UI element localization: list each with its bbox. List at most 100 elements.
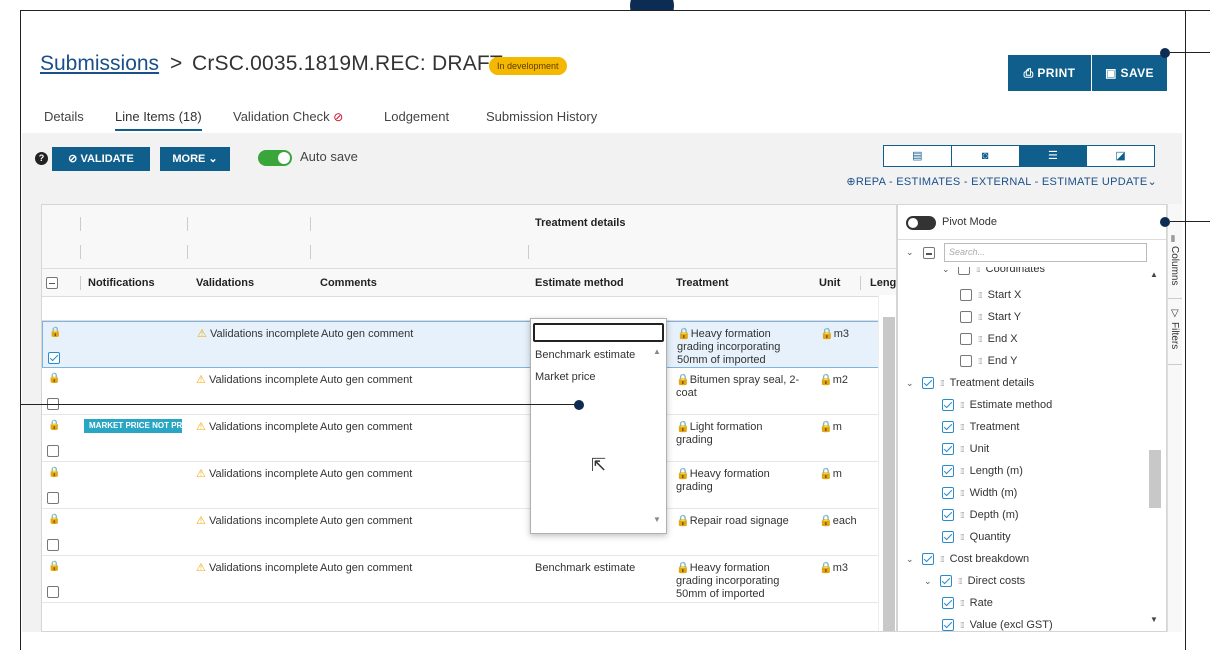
saved-view-dropdown[interactable]: ⊕REPA - ESTIMATES - EXTERNAL - ESTIMATE … — [802, 175, 1157, 188]
column-visibility-checkbox[interactable] — [958, 267, 970, 275]
comment-cell[interactable]: Auto gen comment — [320, 374, 412, 387]
column-visibility-checkbox[interactable] — [922, 553, 934, 565]
validate-button[interactable]: ⊘ VALIDATE — [52, 147, 150, 171]
column-list-item[interactable]: ⁞⁞⁞ Rate — [942, 597, 993, 609]
grid-scroll-thumb[interactable] — [883, 317, 895, 631]
column-list-item[interactable]: ⌄ ⁞⁞⁞ Direct costs — [924, 575, 1025, 587]
collapse-all-icon[interactable]: ⌄ — [906, 247, 916, 258]
grid-vertical-scrollbar[interactable] — [878, 295, 896, 631]
col-notifications[interactable]: Notifications — [88, 269, 155, 296]
chevron-down-icon[interactable]: ⌄ — [906, 554, 916, 565]
column-list-item[interactable]: ⁞⁞⁞ Value (excl GST) — [942, 619, 1053, 631]
col-length[interactable]: Leng — [870, 269, 896, 296]
column-list-item[interactable]: ⌄ ⁞⁞⁞ Treatment details — [906, 377, 1034, 389]
drag-handle-icon[interactable]: ⁞⁞⁞ — [960, 489, 965, 498]
tab-validation-check[interactable]: Validation Check ⊘ — [233, 109, 343, 124]
row-checkbox[interactable] — [47, 492, 59, 507]
chevron-down-icon[interactable]: ⌄ — [924, 576, 934, 587]
drag-handle-icon[interactable]: ⁞⁞⁞ — [960, 621, 965, 630]
panel-scrollbar[interactable]: ▲ ▼ — [1145, 265, 1163, 630]
columns-side-tab[interactable]: Columns — [1169, 246, 1180, 285]
column-list-item[interactable]: ⁞⁞⁞ End X — [960, 333, 1018, 345]
table-row[interactable]: 🔒 ⚠ Validations incomplete Auto gen commen… — [42, 321, 896, 368]
comment-cell[interactable]: Auto gen comment — [320, 421, 412, 434]
list-view-icon[interactable]: ☰ — [1019, 146, 1088, 166]
pivot-mode-toggle[interactable] — [906, 216, 936, 230]
column-visibility-checkbox[interactable] — [942, 421, 954, 433]
column-visibility-checkbox[interactable] — [940, 575, 952, 587]
drag-handle-icon[interactable]: ⁞⁞⁞ — [978, 291, 983, 300]
drag-handle-icon[interactable]: ⁞⁞⁞ — [978, 313, 983, 322]
drag-handle-icon[interactable]: ⁞⁞⁞ — [940, 555, 945, 564]
column-visibility-checkbox[interactable] — [922, 377, 934, 389]
option-market-price[interactable]: Market price — [535, 371, 596, 383]
comment-cell[interactable]: Auto gen comment — [320, 515, 412, 528]
camera-view-icon[interactable]: ◙ — [952, 146, 1020, 166]
col-treatment[interactable]: Treatment — [676, 269, 729, 296]
column-list-item[interactable]: ⁞⁞⁞ Start Y — [960, 311, 1021, 323]
tab-details[interactable]: Details — [44, 109, 84, 124]
drag-handle-icon[interactable]: ⁞⁞⁞ — [958, 577, 963, 586]
column-list-item[interactable]: ⁞⁞⁞ Start X — [960, 289, 1021, 301]
row-checkbox[interactable] — [47, 539, 59, 554]
tab-lodgement[interactable]: Lodgement — [384, 109, 449, 124]
col-estimate-method[interactable]: Estimate method — [535, 269, 624, 296]
drag-handle-icon[interactable]: ⁞⁞⁞ — [960, 511, 965, 520]
estimate-method-input[interactable] — [533, 323, 664, 342]
column-list-item[interactable]: ⌄ ⁞⁞⁞ Cost breakdown — [906, 553, 1029, 565]
col-unit[interactable]: Unit — [819, 269, 840, 296]
table-row[interactable]: 🔒 ⚠ Validations incomplete Auto gen commen… — [42, 368, 896, 415]
print-button[interactable]: ⎙ PRINT — [1008, 55, 1091, 91]
column-list-item[interactable]: ⌄ ⁞⁞⁞ Coordinates — [942, 267, 1045, 275]
select-all-checkbox[interactable] — [46, 269, 58, 296]
column-visibility-checkbox[interactable] — [960, 311, 972, 323]
form-view-icon[interactable]: ▤ — [884, 146, 952, 166]
row-checkbox[interactable] — [48, 352, 60, 367]
tab-submission-history[interactable]: Submission History — [486, 109, 597, 124]
table-row[interactable]: 🔒 MARKET PRICE NOT PROVIDED ⚠ Validations … — [42, 415, 896, 462]
column-visibility-checkbox[interactable] — [960, 333, 972, 345]
column-list-item[interactable]: ⁞⁞⁞ Depth (m) — [942, 509, 1019, 521]
row-checkbox[interactable] — [47, 586, 59, 601]
help-icon[interactable]: ? — [35, 152, 48, 165]
filters-side-tab[interactable]: Filters — [1169, 322, 1180, 349]
chevron-down-icon[interactable]: ⌄ — [942, 267, 952, 275]
column-list-item[interactable]: ⁞⁞⁞ Quantity — [942, 531, 1011, 543]
comment-cell[interactable]: Auto gen comment — [320, 562, 412, 575]
column-list-item[interactable]: ⁞⁞⁞ Width (m) — [942, 487, 1017, 499]
table-row[interactable]: 🔒 ⚠ Validations incomplete Auto gen commen… — [42, 462, 896, 509]
drag-handle-icon[interactable]: ⁞⁞⁞ — [960, 533, 965, 542]
drag-handle-icon[interactable]: ⁞⁞⁞ — [960, 423, 965, 432]
panel-scroll-thumb[interactable] — [1149, 450, 1161, 508]
drag-handle-icon[interactable]: ⁞⁞⁞ — [960, 467, 965, 476]
columns-search-input[interactable]: Search... — [944, 243, 1147, 262]
drag-handle-icon[interactable]: ⁞⁞⁞ — [960, 445, 965, 454]
column-visibility-checkbox[interactable] — [942, 619, 954, 631]
column-visibility-checkbox[interactable] — [960, 289, 972, 301]
column-list-item[interactable]: ⁞⁞⁞ Length (m) — [942, 465, 1023, 477]
select-all-columns-checkbox[interactable] — [923, 247, 935, 259]
table-row[interactable]: 🔒 ⚠ Validations incomplete Auto gen commen… — [42, 509, 896, 556]
table-row[interactable]: 🔒 ⚠ Validations incomplete Auto gen commen… — [42, 556, 896, 603]
option-benchmark-estimate[interactable]: Benchmark estimate — [535, 349, 635, 361]
column-list-item[interactable]: ⁞⁞⁞ Treatment — [942, 421, 1019, 433]
drag-handle-icon[interactable]: ⁞⁞⁞ — [976, 267, 981, 274]
row-checkbox[interactable] — [47, 398, 59, 413]
drag-handle-icon[interactable]: ⁞⁞⁞ — [940, 379, 945, 388]
tab-line-items[interactable]: Line Items (18) — [115, 109, 202, 131]
column-visibility-checkbox[interactable] — [942, 399, 954, 411]
auto-save-toggle[interactable] — [258, 150, 292, 166]
column-list-item[interactable]: ⁞⁞⁞ Unit — [942, 443, 989, 455]
drag-handle-icon[interactable]: ⁞⁞⁞ — [978, 357, 983, 366]
column-visibility-checkbox[interactable] — [942, 443, 954, 455]
col-validations[interactable]: Validations — [196, 269, 254, 296]
row-checkbox[interactable] — [47, 445, 59, 460]
column-visibility-checkbox[interactable] — [942, 509, 954, 521]
estimate-method-cell[interactable]: Benchmark estimate — [535, 562, 635, 575]
column-visibility-checkbox[interactable] — [942, 531, 954, 543]
column-visibility-checkbox[interactable] — [942, 465, 954, 477]
column-list-item[interactable]: ⁞⁞⁞ End Y — [960, 355, 1017, 367]
col-comments[interactable]: Comments — [320, 269, 377, 296]
column-visibility-checkbox[interactable] — [942, 597, 954, 609]
chevron-down-icon[interactable]: ⌄ — [906, 378, 916, 389]
